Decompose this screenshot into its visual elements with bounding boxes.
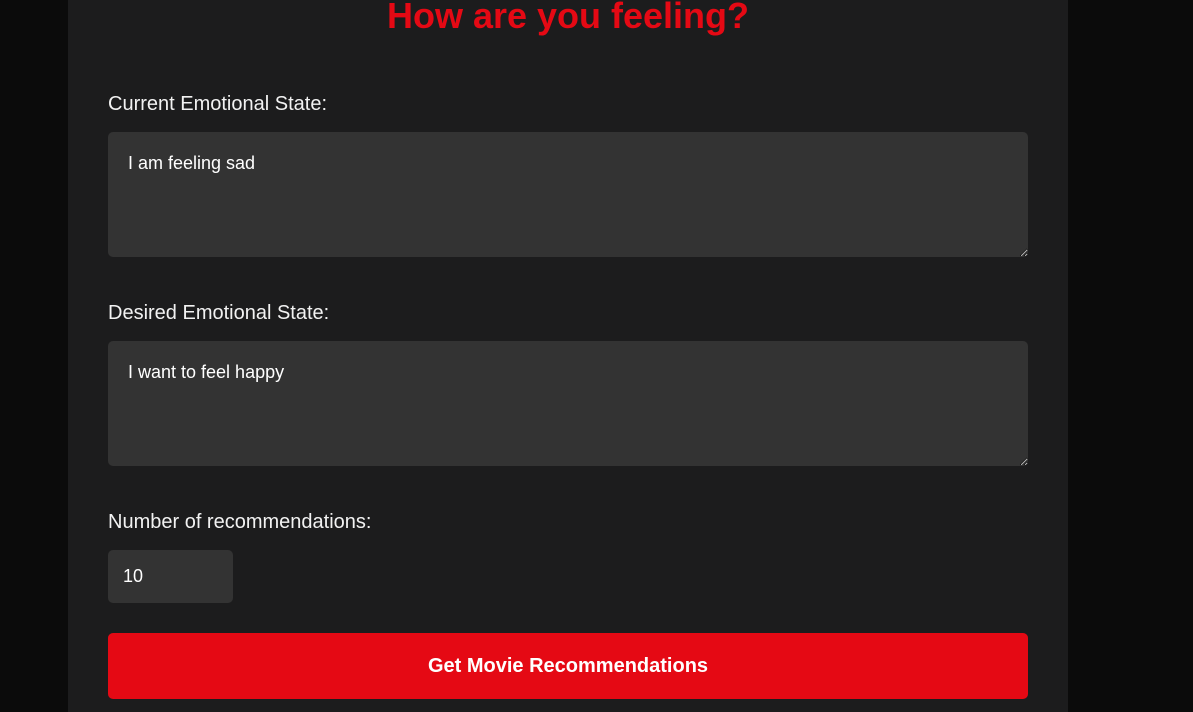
recommendations-count-label: Number of recommendations:	[108, 511, 372, 533]
recommendations-count-input[interactable]	[108, 550, 233, 603]
current-state-textarea[interactable]: I am feeling sad	[108, 132, 1028, 257]
emotion-form-card: How are you feeling? Current Emotional S…	[68, 0, 1068, 712]
get-recommendations-button[interactable]: Get Movie Recommendations	[108, 633, 1028, 699]
current-state-label: Current Emotional State:	[108, 93, 327, 115]
page-background: How are you feeling? Current Emotional S…	[0, 0, 1193, 712]
desired-state-label: Desired Emotional State:	[108, 302, 330, 324]
page-title: How are you feeling?	[386, 0, 750, 36]
desired-state-textarea[interactable]: I want to feel happy	[108, 341, 1028, 466]
